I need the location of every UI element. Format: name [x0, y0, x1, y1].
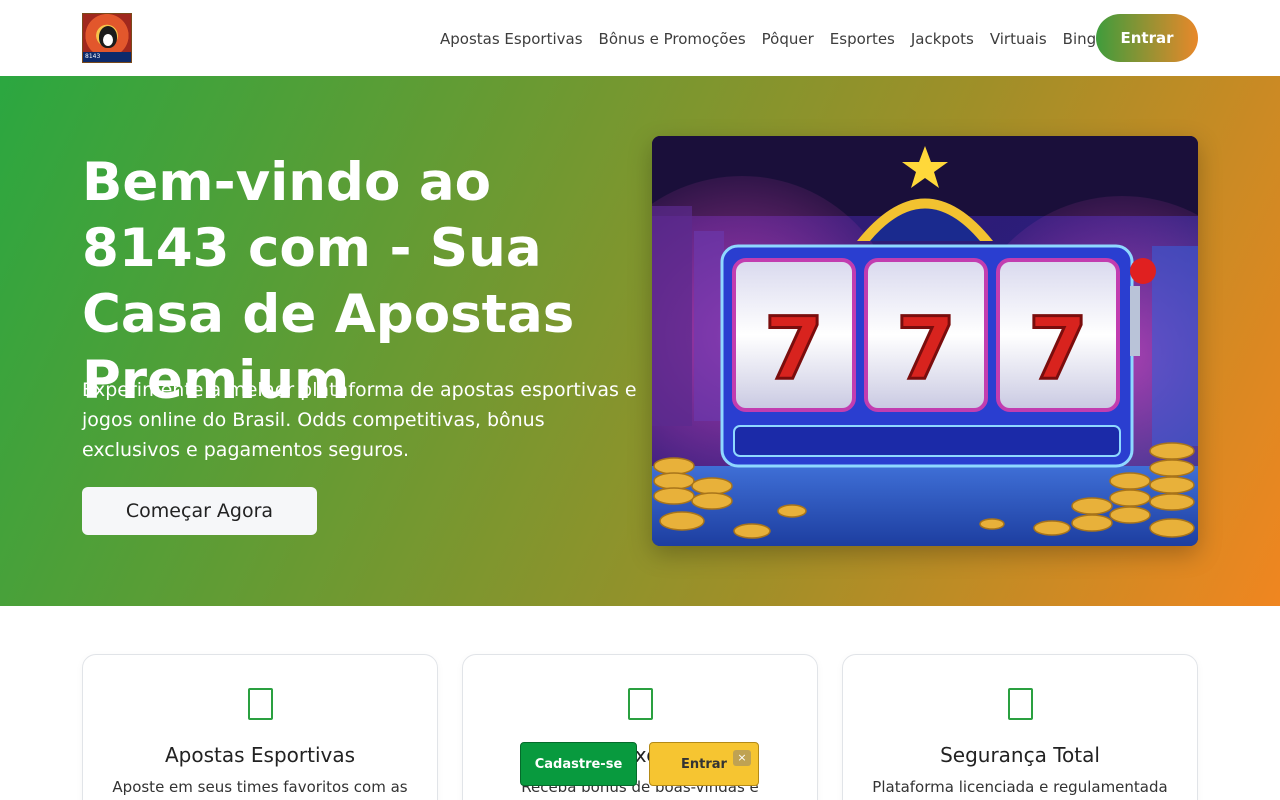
nav-item-apostas-esportivas[interactable]: Apostas Esportivas: [440, 28, 583, 50]
feature-title: Apostas Esportivas: [164, 743, 356, 767]
slot-machine-illustration: 7 7 7: [652, 136, 1198, 546]
feature-card-apostas: Apostas Esportivas Aposte em seus times …: [82, 654, 438, 800]
nav-item-bonus-promocoes[interactable]: Bônus e Promoções: [599, 28, 746, 50]
nav-item-esportes[interactable]: Esportes: [830, 28, 895, 50]
header-enter-button[interactable]: Entrar: [1096, 14, 1198, 62]
svg-text:7: 7: [764, 299, 824, 399]
svg-text:7: 7: [1028, 299, 1088, 399]
close-icon[interactable]: ×: [733, 750, 751, 766]
gift-icon: [628, 688, 653, 720]
slot-machine-image: 7 7 7: [652, 136, 1198, 546]
site-header: 8143 Apostas Esportivas Bônus e Promoçõe…: [0, 0, 1280, 76]
site-logo[interactable]: 8143: [82, 13, 132, 63]
shield-icon: [1008, 688, 1033, 720]
feature-card-seguranca: Segurança Total Plataforma licenciada e …: [842, 654, 1198, 800]
floating-action-bar: Cadastre-se Entrar ×: [520, 742, 760, 786]
feature-text: Plataforma licenciada e regulamentada: [872, 778, 1168, 796]
svg-text:7: 7: [896, 299, 956, 399]
sports-icon: [248, 688, 273, 720]
feature-title: Segurança Total: [940, 743, 1100, 767]
floating-signup-button[interactable]: Cadastre-se: [520, 742, 637, 786]
feature-text: Aposte em seus times favoritos com as: [112, 778, 408, 796]
start-now-button[interactable]: Começar Agora: [82, 487, 317, 535]
nav-item-jackpots[interactable]: Jackpots: [911, 28, 974, 50]
nav-item-virtuais[interactable]: Virtuais: [990, 28, 1047, 50]
hero-section: Bem-vindo ao 8143 com - Sua Casa de Apos…: [0, 76, 1280, 606]
main-nav: Apostas Esportivas Bônus e Promoções Pôq…: [440, 28, 1121, 50]
hero-description: Experimente a melhor plataforma de apost…: [82, 379, 637, 461]
logo-belly: [103, 34, 113, 46]
nav-item-poquer[interactable]: Pôquer: [762, 28, 814, 50]
logo-text: 8143: [83, 52, 131, 62]
